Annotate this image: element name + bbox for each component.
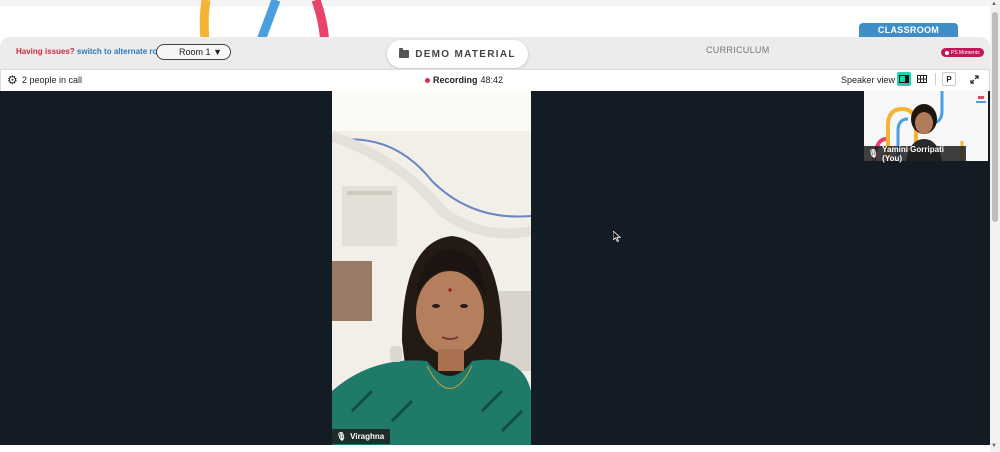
ps-moments-badge[interactable]: PS Moments	[941, 48, 984, 57]
scroll-up-arrow-icon[interactable]: ▲	[991, 1, 997, 7]
room-select-value: Room 1	[179, 47, 211, 57]
tab-classroom[interactable]: CLASSROOM	[859, 23, 958, 38]
tab-curriculum[interactable]: CURRICULUM	[706, 45, 770, 55]
fullscreen-icon	[969, 74, 979, 84]
having-issues-text: Having issues? switch to alternate room	[16, 47, 169, 56]
scrollbar-thumb[interactable]	[992, 12, 998, 222]
recording-indicator: Recording 48:42	[425, 75, 503, 85]
presenter-button[interactable]: P	[942, 72, 956, 86]
scroll-down-arrow-icon[interactable]: ▼	[991, 443, 997, 449]
grid-layout-icon	[917, 75, 927, 83]
bottom-strip	[0, 445, 990, 452]
people-in-call-count: 2 people in call	[22, 75, 83, 85]
demo-material-label: DEMO MATERIAL	[415, 48, 516, 60]
main-speaker-video[interactable]	[332, 91, 531, 445]
main-speaker-name: Viraghna	[350, 432, 385, 441]
grid-layout-button[interactable]	[915, 72, 929, 86]
mic-icon: 🎙	[868, 149, 879, 158]
speaker-video-frame	[332, 91, 531, 445]
classroom-page: CLASSROOM Having issues? switch to alter…	[0, 0, 1000, 452]
issues-label: Having issues?	[16, 47, 75, 56]
folder-icon	[399, 48, 410, 58]
demo-material-button[interactable]: DEMO MATERIAL	[387, 40, 528, 68]
room-select[interactable]: Room 1 ▼	[156, 44, 231, 60]
recording-dot-icon	[425, 77, 430, 83]
fullscreen-button[interactable]	[967, 72, 981, 86]
speaker-layout-icon	[899, 75, 909, 83]
mouse-cursor-icon	[613, 231, 621, 242]
toolbar-divider	[935, 73, 936, 85]
top-strip	[0, 0, 990, 6]
main-speaker-name-tag: 🎙 Viraghna	[332, 429, 390, 444]
moments-label: PS Moments	[951, 49, 980, 56]
chevron-down-icon: ▼	[213, 47, 222, 57]
gear-icon[interactable]: ⚙	[7, 74, 18, 86]
self-name-tag: 🎙 Yamini Gorripati (You)	[864, 144, 966, 163]
recording-label: Recording	[433, 75, 478, 85]
mic-icon: 🎙	[336, 432, 347, 441]
moments-dot-icon	[945, 50, 949, 55]
view-mode-label: Speaker view	[841, 75, 896, 85]
speaker-layout-button[interactable]	[897, 72, 911, 86]
self-name: Yamini Gorripati (You)	[882, 144, 944, 163]
recording-timer: 48:42	[480, 75, 504, 85]
